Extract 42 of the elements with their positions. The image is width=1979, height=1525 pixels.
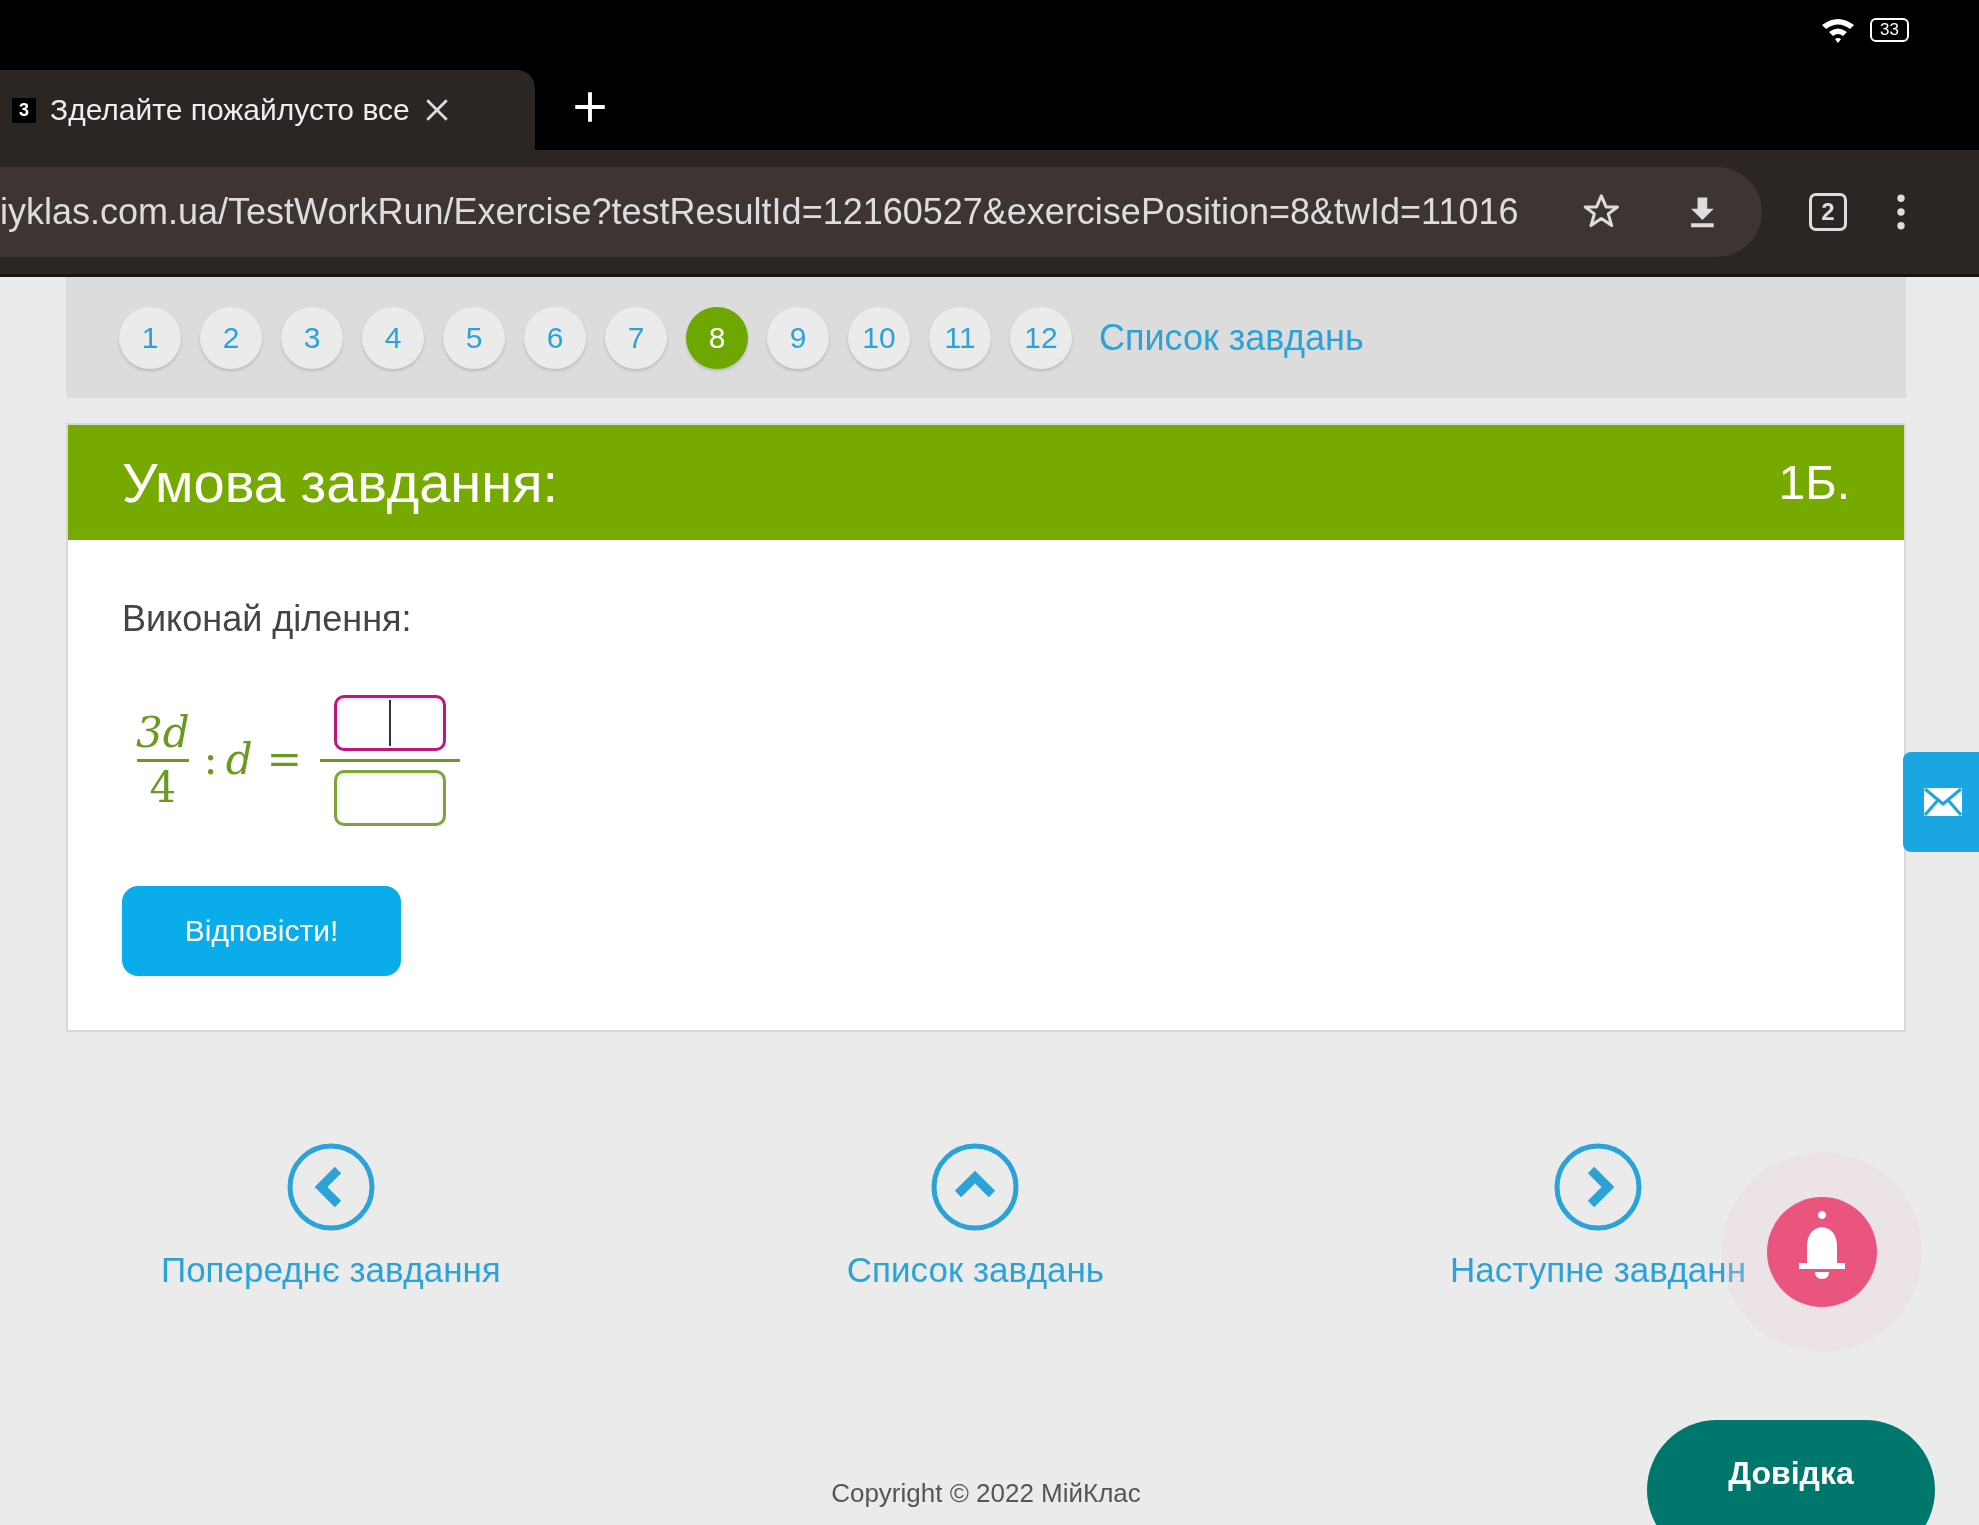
task-points: 1Б.	[1778, 455, 1850, 510]
task-title: Умова завдання:	[122, 450, 559, 515]
nav-link[interactable]: Наступне завданн	[1450, 1250, 1746, 1290]
page-number[interactable]: 2	[200, 306, 262, 369]
new-tab-icon[interactable]	[573, 90, 607, 124]
numerator-field[interactable]	[333, 695, 446, 751]
page-number[interactable]: 4	[362, 306, 424, 369]
variable: d	[225, 736, 253, 785]
copyright-text: Copyright © 2022 МійКлас	[831, 1478, 1141, 1509]
page-number[interactable]: 10	[848, 306, 910, 369]
fraction-denominator: 4	[149, 764, 177, 813]
denominator-field[interactable]	[333, 770, 446, 826]
tab-title: Зделайте пожайлусто все	[50, 93, 410, 127]
submit-button[interactable]: Відповісти!	[122, 886, 401, 976]
page-number[interactable]: 12	[1010, 306, 1072, 369]
page-number[interactable]: 3	[281, 306, 343, 369]
menu-icon[interactable]	[1895, 193, 1907, 231]
page-number[interactable]: 9	[767, 306, 829, 369]
page-number[interactable]: 7	[605, 306, 667, 369]
envelope-icon	[1923, 787, 1963, 817]
battery-icon: 33	[1870, 18, 1909, 42]
task-list-link[interactable]: Список завдань	[1099, 316, 1364, 359]
tab-count-button[interactable]: 2	[1809, 193, 1847, 231]
page-number[interactable]: 8	[686, 306, 748, 369]
page-number[interactable]: 11	[929, 306, 991, 369]
fraction-numerator: 3d	[136, 708, 190, 757]
equals-sign: =	[266, 736, 302, 785]
bell-icon[interactable]	[1767, 1197, 1877, 1307]
browser-tab[interactable]: 3 Зделайте пожайлусто все	[0, 70, 535, 150]
url-text: iyklas.com.ua/TestWorkRun/Exercise?testResultId=12160527&exercisePosition=8&twId=11016	[0, 191, 1519, 233]
nav-link[interactable]: Список завдань	[846, 1250, 1105, 1290]
address-bar[interactable]: iyklas.com.ua/TestWorkRun/Exercise?testResultId=12160527&exercisePosition=8&twId=11016	[0, 167, 1762, 257]
page-number[interactable]: 6	[524, 306, 586, 369]
page-number[interactable]: 1	[119, 306, 181, 369]
nav-link[interactable]: Попереднє завдання	[161, 1250, 501, 1290]
help-button[interactable]: Довідка	[1647, 1420, 1935, 1525]
page-number[interactable]: 5	[443, 306, 505, 369]
tab-favicon: 3	[12, 97, 36, 123]
feedback-tab[interactable]	[1903, 752, 1979, 852]
division-sign: :	[203, 736, 218, 785]
wifi-icon	[1820, 16, 1857, 44]
task-prompt: Виконай ділення:	[122, 598, 413, 640]
